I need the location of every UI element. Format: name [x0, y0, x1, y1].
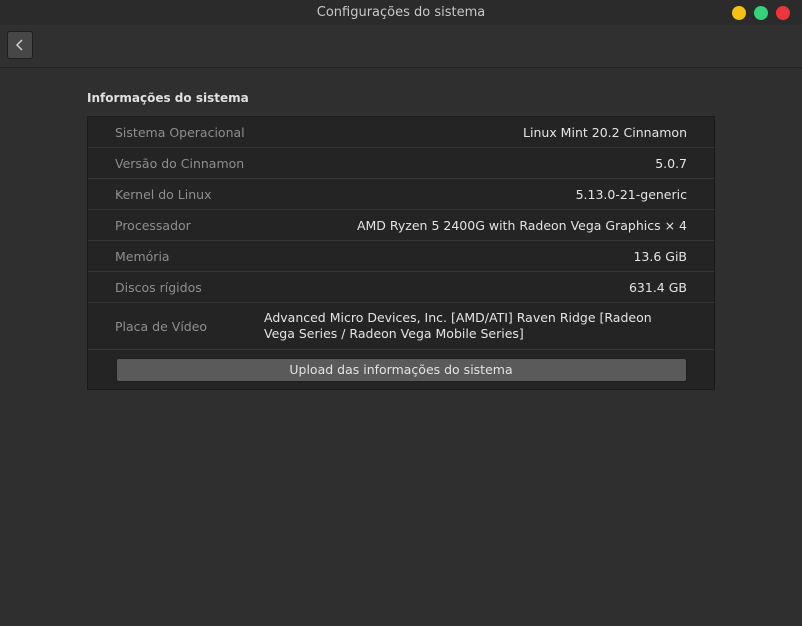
info-label: Processador	[115, 217, 191, 233]
info-value: Linux Mint 20.2 Cinnamon	[523, 124, 687, 140]
info-label: Sistema Operacional	[115, 124, 245, 140]
window-controls	[732, 6, 790, 20]
back-button[interactable]	[7, 31, 33, 59]
info-row-processor: Processador AMD Ryzen 5 2400G with Radeo…	[88, 210, 714, 241]
title-bar: Configurações do sistema	[0, 0, 802, 25]
info-row-graphics: Placa de Vídeo Advanced Micro Devices, I…	[88, 303, 714, 350]
info-label: Versão do Cinnamon	[115, 155, 245, 171]
info-row-memory: Memória 13.6 GiB	[88, 241, 714, 272]
section-title: Informações do sistema	[87, 91, 249, 105]
info-label: Discos rígidos	[115, 279, 202, 295]
info-row-disks: Discos rígidos 631.4 GB	[88, 272, 714, 303]
main-content: Informações do sistema Sistema Operacion…	[0, 68, 802, 626]
minimize-button[interactable]	[732, 6, 746, 20]
info-row-kernel: Kernel do Linux 5.13.0-21-generic	[88, 179, 714, 210]
upload-row: Upload das informações do sistema	[88, 350, 714, 389]
info-value: AMD Ryzen 5 2400G with Radeon Vega Graph…	[356, 217, 687, 233]
info-row-os: Sistema Operacional Linux Mint 20.2 Cinn…	[88, 117, 714, 148]
info-value: 631.4 GB	[628, 279, 687, 295]
info-label: Kernel do Linux	[115, 186, 212, 202]
info-value: Advanced Micro Devices, Inc. [AMD/ATI] R…	[264, 310, 652, 341]
info-label: Placa de Vídeo	[115, 318, 208, 334]
chevron-left-icon	[15, 39, 23, 51]
window-title: Configurações do sistema	[316, 5, 486, 20]
info-value: 5.0.7	[655, 155, 687, 171]
info-label: Memória	[115, 248, 170, 264]
info-value: 5.13.0-21-generic	[575, 186, 687, 202]
system-info-panel: Sistema Operacional Linux Mint 20.2 Cinn…	[87, 116, 715, 390]
toolbar	[0, 25, 802, 68]
close-button[interactable]	[776, 6, 790, 20]
info-row-cinnamon-version: Versão do Cinnamon 5.0.7	[88, 148, 714, 179]
upload-system-info-button[interactable]: Upload das informações do sistema	[115, 357, 687, 382]
maximize-button[interactable]	[754, 6, 768, 20]
info-value: 13.6 GiB	[633, 248, 687, 264]
